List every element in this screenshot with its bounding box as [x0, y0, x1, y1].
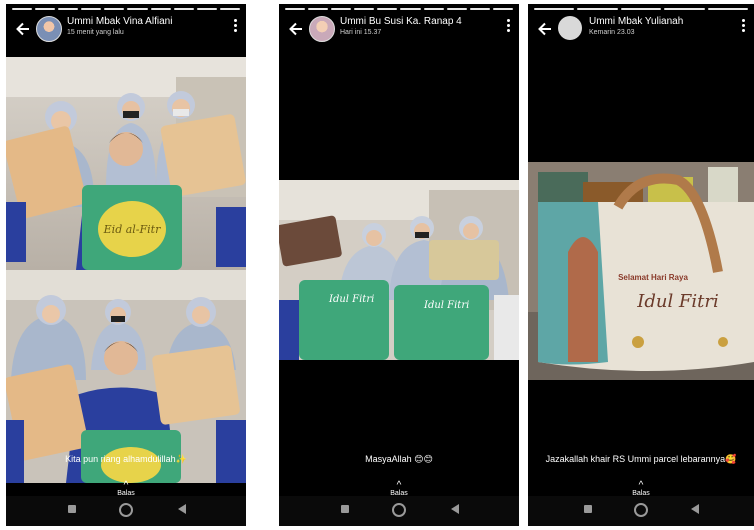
home-icon[interactable] [634, 503, 648, 517]
chevron-up-icon: ^ [123, 480, 129, 491]
story-progress-bar [285, 8, 513, 10]
system-nav-bar [528, 496, 754, 526]
reply-button[interactable]: ^ Balas [279, 480, 519, 498]
more-vertical-icon[interactable] [742, 19, 746, 35]
arrow-left-icon[interactable] [536, 20, 554, 38]
arrow-left-icon[interactable] [14, 20, 32, 38]
story-photo-bottom [6, 270, 246, 483]
contact-name[interactable]: Ummi Bu Susi Ka. Ranap 4 [340, 16, 462, 27]
contact-name[interactable]: Ummi Mbak Vina Alfiani [67, 16, 172, 27]
chevron-up-icon: ^ [638, 480, 644, 491]
story-photo: Idul Fitri Idul Fitri [279, 180, 519, 360]
story-header: Ummi Mbak Yulianah Kemarin 23.03 [528, 14, 754, 54]
story-screen-3: Ummi Mbak Yulianah Kemarin 23.03 Selamat… [528, 4, 754, 526]
recent-apps-icon[interactable] [341, 505, 349, 513]
home-icon[interactable] [119, 503, 133, 517]
recent-apps-icon[interactable] [68, 505, 76, 513]
back-triangle-icon[interactable] [451, 504, 459, 514]
story-timestamp: 15 menit yang lalu [67, 29, 124, 36]
bag-text: Selamat Hari Raya [618, 273, 688, 282]
back-triangle-icon[interactable] [178, 504, 186, 514]
story-timestamp: Hari ini 15.37 [340, 29, 382, 36]
story-photo: Selamat Hari Raya Idul Fitri [528, 162, 754, 380]
bag-text: Idul Fitri [328, 294, 374, 305]
avatar[interactable] [309, 16, 335, 42]
story-caption: Kita pun riang alhamdulillah✨ [65, 454, 187, 464]
story-photo-top: Eid al-Fitr [6, 57, 246, 270]
chevron-up-icon: ^ [396, 480, 402, 491]
system-nav-bar [6, 496, 246, 526]
story-header: Ummi Mbak Vina Alfiani 15 menit yang lal… [6, 14, 246, 54]
contact-name[interactable]: Ummi Mbak Yulianah [589, 16, 683, 27]
home-icon[interactable] [392, 503, 406, 517]
avatar[interactable] [36, 16, 62, 42]
story-timestamp: Kemarin 23.03 [589, 29, 635, 36]
bag-text: Idul Fitri [636, 291, 719, 312]
story-screen-1: Ummi Mbak Vina Alfiani 15 menit yang lal… [6, 4, 246, 526]
story-caption: Jazakallah khair RS Ummi parcel lebarann… [545, 454, 737, 464]
story-header: Ummi Bu Susi Ka. Ranap 4 Hari ini 15.37 [279, 14, 519, 54]
more-vertical-icon[interactable] [507, 19, 511, 35]
bag-text: Idul Fitri [423, 300, 469, 311]
system-nav-bar [279, 496, 519, 526]
story-screen-2: Ummi Bu Susi Ka. Ranap 4 Hari ini 15.37 … [279, 4, 519, 526]
story-progress-bar [534, 8, 749, 10]
back-triangle-icon[interactable] [691, 504, 699, 514]
story-caption: MasyaAllah 😊😊 [365, 454, 433, 464]
reply-button[interactable]: ^ Balas [528, 480, 754, 498]
recent-apps-icon[interactable] [584, 505, 592, 513]
story-progress-bar [12, 8, 240, 10]
avatar[interactable] [558, 16, 582, 40]
bag-text: Eid al-Fitr [103, 223, 161, 236]
arrow-left-icon[interactable] [287, 20, 305, 38]
reply-button[interactable]: ^ Balas [6, 480, 246, 498]
more-vertical-icon[interactable] [234, 19, 238, 35]
